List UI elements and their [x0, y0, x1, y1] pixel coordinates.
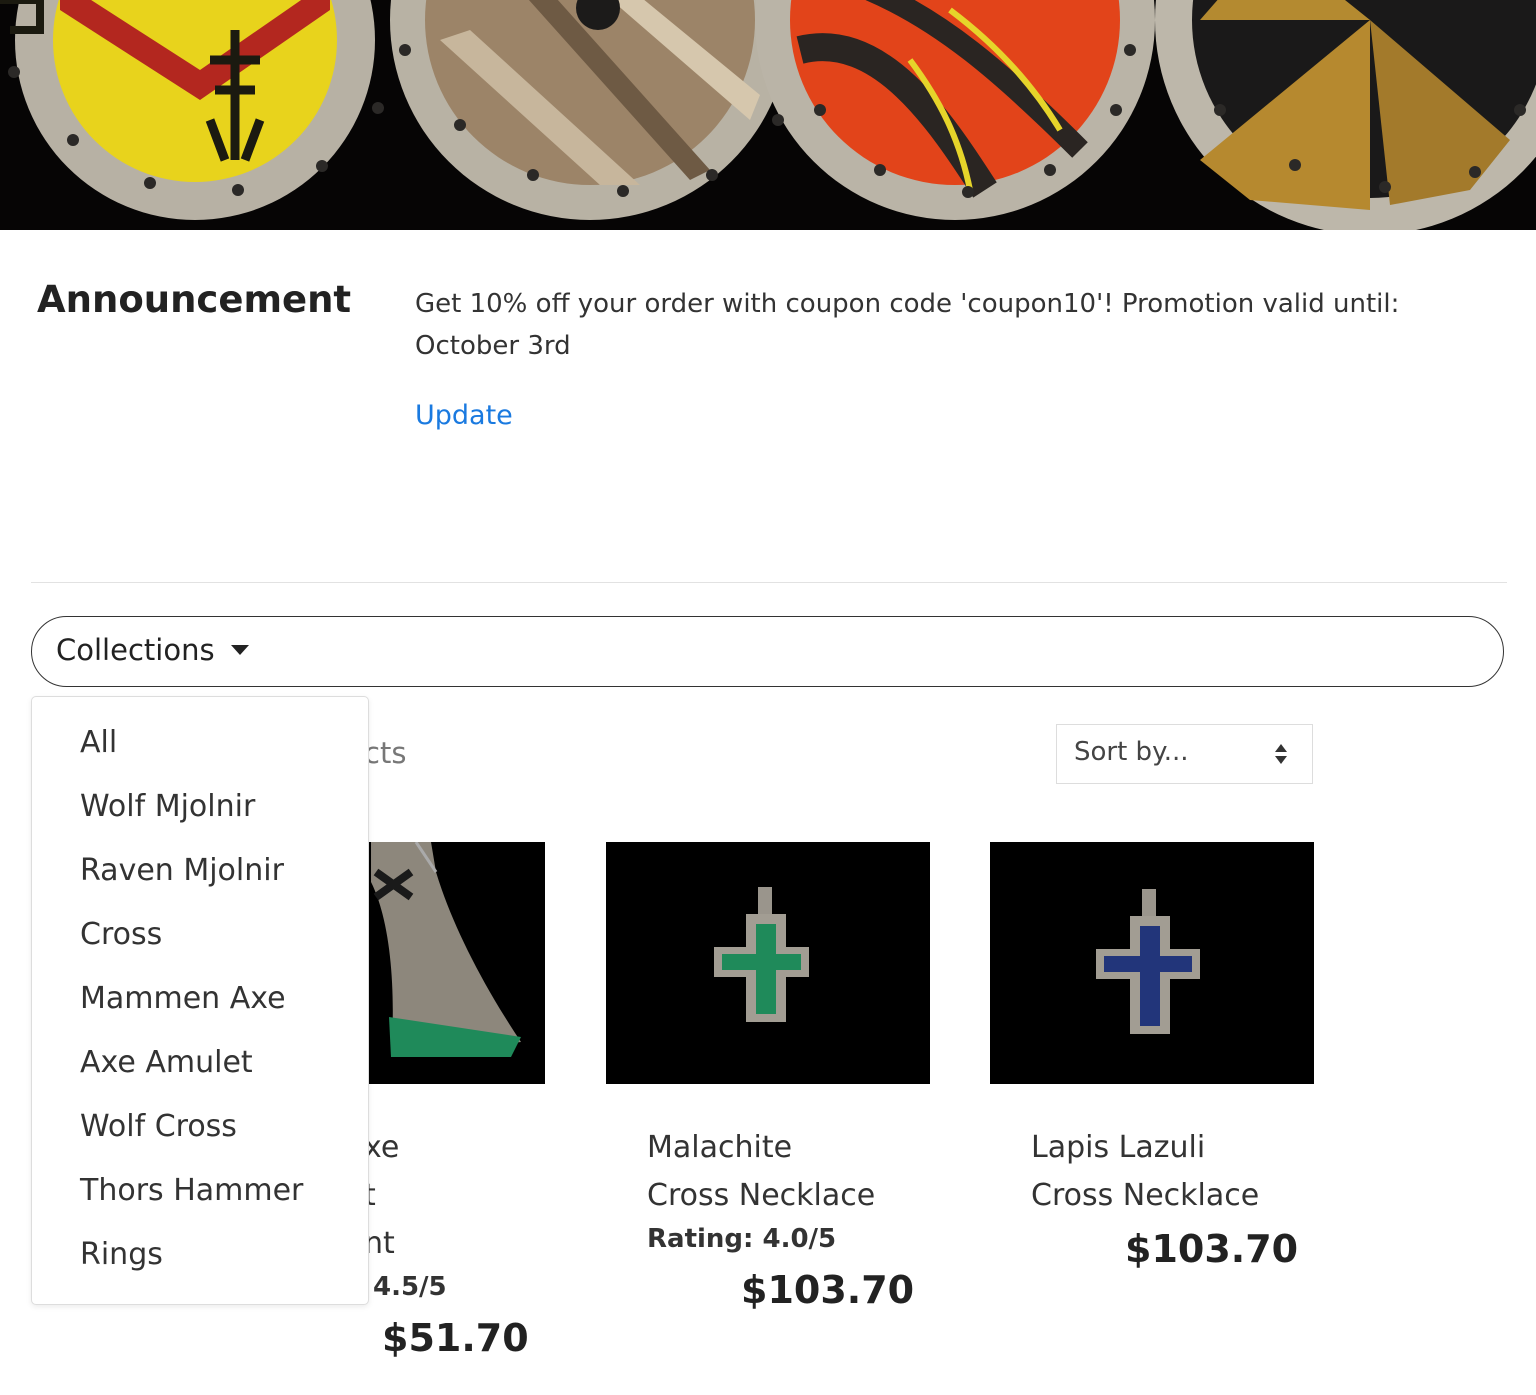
update-link[interactable]: Update	[415, 400, 513, 431]
product-price: $51.70	[382, 1316, 529, 1360]
product-count: cts	[364, 736, 407, 770]
collection-item-raven-mjolnir[interactable]: Raven Mjolnir	[80, 853, 284, 888]
collections-bar	[31, 616, 1504, 687]
product-name-line[interactable]: Cross Necklace	[647, 1172, 875, 1220]
collections-dropdown-button[interactable]: Collections	[56, 633, 249, 667]
collection-item-cross[interactable]: Cross	[80, 917, 162, 952]
sort-select-value: Sort by...	[1074, 737, 1189, 767]
section-divider	[31, 582, 1507, 583]
product-price: $103.70	[1125, 1227, 1299, 1271]
product-image-lapis-cross[interactable]	[990, 842, 1314, 1084]
product-name-line[interactable]: xe	[364, 1124, 399, 1172]
collections-dropdown-menu: All Wolf Mjolnir Raven Mjolnir Cross Mam…	[31, 696, 369, 1305]
collection-item-wolf-mjolnir[interactable]: Wolf Mjolnir	[80, 789, 255, 824]
collection-item-wolf-cross[interactable]: Wolf Cross	[80, 1109, 237, 1144]
caret-down-icon	[230, 645, 249, 655]
product-price: $103.70	[741, 1268, 915, 1312]
collection-item-rings[interactable]: Rings	[80, 1237, 163, 1272]
sort-arrows-icon	[1275, 744, 1287, 764]
collection-item-axe-amulet[interactable]: Axe Amulet	[80, 1045, 253, 1080]
collection-item-all[interactable]: All	[80, 725, 117, 760]
product-rating: Rating: 4.0/5	[647, 1224, 837, 1254]
viking-shields-artwork	[0, 0, 1536, 230]
product-name-line[interactable]: Malachite	[647, 1124, 792, 1172]
lapis-cross-image	[990, 842, 1314, 1084]
product-name-line[interactable]: Lapis Lazuli	[1031, 1124, 1205, 1172]
malachite-cross-image	[606, 842, 930, 1084]
product-rating: 4.5/5	[373, 1272, 447, 1302]
collection-item-mammen-axe[interactable]: Mammen Axe	[80, 981, 286, 1016]
collections-button-label: Collections	[56, 633, 215, 667]
hero-banner-image	[0, 0, 1536, 230]
announcement-message: Get 10% off your order with coupon code …	[415, 289, 1400, 361]
product-name-line[interactable]: Cross Necklace	[1031, 1172, 1259, 1220]
announcement-heading: Announcement	[37, 278, 352, 321]
sort-select[interactable]: Sort by...	[1056, 724, 1313, 784]
product-image-malachite-cross[interactable]	[606, 842, 930, 1084]
collection-item-thors-hammer[interactable]: Thors Hammer	[80, 1173, 303, 1208]
